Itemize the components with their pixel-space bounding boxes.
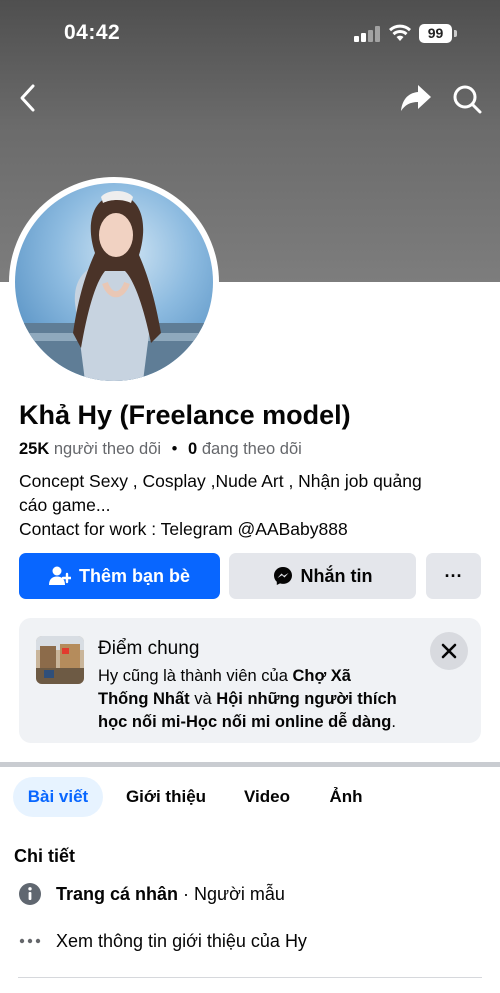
tab-video[interactable]: Video: [235, 777, 299, 817]
detail-page-type-text: Trang cá nhân · Người mẫu: [56, 884, 285, 905]
search-icon[interactable]: [452, 84, 482, 114]
more-dots-icon: [18, 929, 42, 953]
mutual-card: Điểm chung Hy cũng là thành viên của Chợ…: [19, 618, 481, 743]
add-person-icon: [48, 566, 71, 585]
close-mutual-button[interactable]: [430, 632, 468, 670]
profile-bio: Concept Sexy , Cosplay ,Nude Art , Nhận …: [19, 469, 489, 541]
profile-name: Khả Hy (Freelance model): [19, 400, 351, 430]
group-link-cho-xa[interactable]: Chợ Xã: [292, 667, 351, 685]
tab-about[interactable]: Giới thiệu: [118, 777, 214, 817]
battery-indicator: 99: [419, 24, 452, 43]
mutual-suffix: .: [391, 713, 396, 731]
page-type-label: Trang cá nhân: [56, 883, 179, 904]
stats-separator: •: [171, 440, 178, 458]
detail-page-type: Trang cá nhân · Người mẫu: [18, 882, 285, 906]
followers-label[interactable]: người theo dõi: [54, 440, 161, 458]
group-photo: [36, 636, 84, 684]
tab-posts[interactable]: Bài viết: [13, 777, 103, 817]
cellular-signal-icon: [354, 26, 382, 42]
mutual-title: Điểm chung: [98, 638, 200, 659]
status-time: 04:42: [64, 21, 121, 44]
add-friend-label: Thêm bạn bè: [78, 565, 190, 586]
add-friend-button[interactable]: Thêm bạn bè: [19, 553, 220, 599]
mutual-description: Hy cũng là thành viên của Chợ Xã Thống N…: [98, 665, 428, 734]
info-icon: [18, 882, 42, 906]
bio-line: cáo game...: [19, 495, 111, 515]
group-link-noi-mi-cont[interactable]: học nối mi-Học nối mi online dễ dàng: [98, 713, 391, 731]
wifi-icon: [389, 24, 411, 41]
profile-avatar[interactable]: [15, 183, 213, 381]
see-about-link[interactable]: Xem thông tin giới thiệu của Hy: [18, 929, 307, 953]
follow-stats: 25K người theo dõi • 0 đang theo dõi: [19, 440, 302, 459]
group-link-noi-mi[interactable]: Hội những người thích: [216, 690, 396, 708]
message-button[interactable]: Nhắn tin: [229, 553, 416, 599]
status-bar: 04:42 99: [0, 0, 500, 66]
group-link-cho-xa-cont[interactable]: Thống Nhất: [98, 690, 190, 708]
more-options-icon: ···: [444, 565, 463, 586]
bio-line: Contact for work : Telegram @AABaby888: [19, 519, 348, 539]
messenger-icon: [273, 567, 292, 585]
group-thumbnail[interactable]: [36, 636, 84, 684]
mutual-joiner: và: [194, 690, 212, 708]
following-label[interactable]: đang theo dõi: [202, 440, 302, 458]
followers-count[interactable]: 25K: [19, 440, 49, 458]
see-about-text: Xem thông tin giới thiệu của Hy: [56, 930, 307, 951]
mutual-prefix: Hy cũng là thành viên của: [98, 667, 288, 685]
bio-line: Concept Sexy , Cosplay ,Nude Art , Nhận …: [19, 471, 422, 491]
share-icon[interactable]: [400, 83, 432, 113]
avatar-photo: [15, 191, 213, 381]
more-options-button[interactable]: ···: [426, 553, 481, 599]
battery-tip: [454, 30, 457, 37]
back-arrow-icon[interactable]: [14, 82, 42, 114]
close-icon: [441, 643, 457, 659]
message-label: Nhắn tin: [300, 565, 373, 586]
following-count[interactable]: 0: [188, 440, 197, 458]
section-divider: [0, 762, 500, 767]
tab-photos[interactable]: Ảnh: [320, 777, 372, 817]
details-heading: Chi tiết: [14, 846, 75, 866]
page-type-value: · Người mẫu: [183, 883, 285, 904]
list-divider: [18, 977, 482, 978]
